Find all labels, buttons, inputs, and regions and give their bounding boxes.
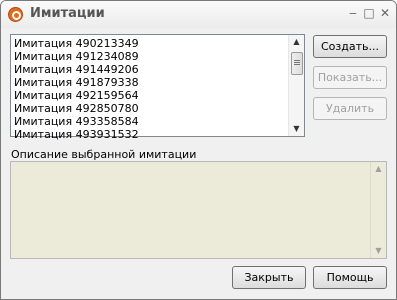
list-item[interactable]: Имитация 492159564 (14, 89, 287, 102)
scroll-thumb[interactable] (291, 52, 303, 75)
close-button[interactable]: Закрыть (232, 266, 306, 289)
help-button[interactable]: Помощь (313, 266, 387, 289)
scroll-down-icon[interactable]: ▼ (289, 122, 304, 136)
simulation-list[interactable]: Имитация 490213349 Имитация 491234089 Им… (10, 34, 305, 141)
window-title: Имитации (30, 6, 105, 21)
delete-button[interactable]: Удалить (313, 97, 387, 120)
scroll-up-icon[interactable]: ▲ (289, 35, 304, 49)
show-button[interactable]: Показать... (313, 66, 387, 89)
list-item[interactable]: Имитация 493931532 (14, 128, 287, 141)
description-box[interactable]: ▲ ▼ (10, 161, 387, 259)
list-scrollbar[interactable]: ▲ ▼ (288, 35, 304, 136)
scroll-up-icon: ▲ (375, 164, 382, 173)
list-item[interactable]: Имитация 491879338 (14, 76, 287, 89)
description-scrollbar: ▲ ▼ (370, 162, 386, 258)
description-label: Описание выбранной имитации (11, 148, 197, 161)
list-item[interactable]: Имитация 492850780 (14, 102, 287, 115)
create-button[interactable]: Создать... (313, 35, 387, 58)
maximize-button[interactable]: □ (362, 6, 376, 20)
list-item[interactable]: Имитация 491449206 (14, 63, 287, 76)
list-item[interactable]: Имитация 491234089 (14, 50, 287, 63)
minimize-button[interactable]: ‒ (346, 6, 360, 20)
title-bar[interactable]: Имитации ‒ □ ✕ (1, 1, 396, 28)
dialog-window: Имитации ‒ □ ✕ Имитация 490213349 Имитац… (0, 0, 397, 300)
scroll-down-icon: ▼ (375, 246, 382, 255)
close-window-button[interactable]: ✕ (378, 6, 392, 20)
list-item[interactable]: Имитация 490213349 (14, 37, 287, 50)
app-icon (8, 7, 23, 22)
list-items: Имитация 490213349 Имитация 491234089 Им… (14, 37, 287, 141)
list-item[interactable]: Имитация 493358584 (14, 115, 287, 128)
